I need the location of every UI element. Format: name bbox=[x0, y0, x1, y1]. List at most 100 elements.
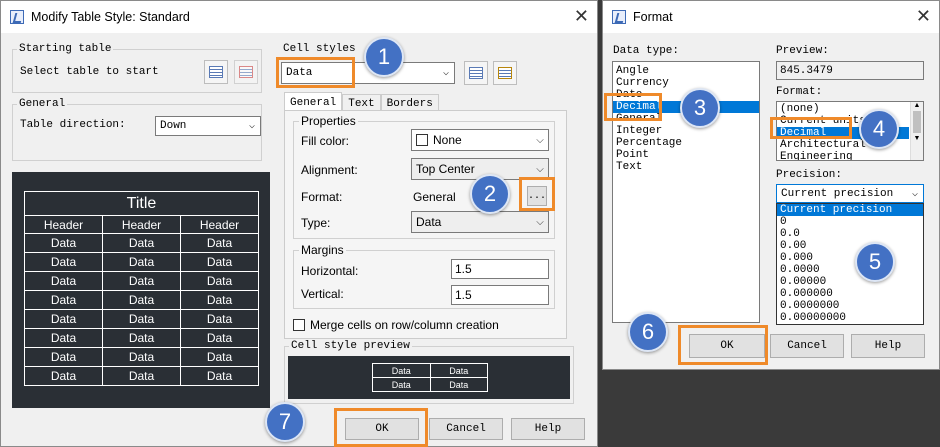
close-icon[interactable]: ✕ bbox=[916, 7, 931, 25]
merge-cells-option[interactable]: Merge cells on row/column creation bbox=[293, 318, 499, 332]
chevron-down-icon: ⌵ bbox=[536, 163, 544, 175]
list-item-selected[interactable]: Current precision bbox=[777, 204, 923, 216]
preview-cell: Data bbox=[180, 366, 259, 386]
format-help-button[interactable]: Help bbox=[851, 334, 925, 358]
preview-cell: Data bbox=[102, 328, 181, 348]
title-bar: Format ✕ bbox=[603, 1, 939, 33]
format-cancel-button[interactable]: Cancel bbox=[770, 334, 844, 358]
type-select[interactable]: Data ⌵ bbox=[411, 211, 549, 233]
highlight-cell-styles bbox=[276, 57, 355, 88]
fill-color-select[interactable]: None ⌵ bbox=[411, 129, 549, 151]
create-cell-style-button[interactable] bbox=[464, 61, 488, 85]
help-button[interactable]: Help bbox=[511, 418, 585, 440]
step-badge: 3 bbox=[680, 88, 720, 128]
step-badge: 2 bbox=[470, 174, 510, 214]
table-row: Data Data bbox=[372, 363, 488, 378]
chevron-down-icon: ⌵ bbox=[442, 68, 450, 79]
step-badge: 5 bbox=[855, 242, 895, 282]
chevron-down-icon: ⌵ bbox=[536, 216, 544, 228]
list-item[interactable]: 0.0 bbox=[777, 228, 923, 240]
manage-cell-styles-button[interactable] bbox=[493, 61, 517, 85]
format-list-scrollbar[interactable]: ▲ ▼ bbox=[910, 102, 923, 160]
preview-label: Preview: bbox=[776, 45, 829, 57]
list-item[interactable]: Text bbox=[613, 161, 759, 173]
table-row: Data Data Data bbox=[24, 233, 259, 253]
tab-general[interactable]: General bbox=[284, 92, 343, 112]
table-direction-select[interactable]: Down ⌵ bbox=[155, 116, 261, 136]
chevron-up-icon[interactable]: ▲ bbox=[911, 102, 923, 109]
chevron-down-icon: ⌵ bbox=[248, 121, 256, 132]
title-bar: Modify Table Style: Standard ✕ bbox=[1, 1, 597, 33]
preview-cell: Data bbox=[102, 309, 181, 329]
list-item[interactable]: 0.000000 bbox=[777, 288, 923, 300]
dialog-title: Modify Table Style: Standard bbox=[31, 10, 190, 24]
select-table-button[interactable] bbox=[204, 60, 228, 84]
format-value: General bbox=[413, 190, 456, 204]
cell-style-preview-label: Cell style preview bbox=[289, 340, 412, 352]
table-row: Data Data Data bbox=[24, 366, 259, 386]
preview-cell: Data bbox=[24, 233, 103, 253]
table-remove-icon bbox=[239, 66, 253, 78]
preview-cell: Data bbox=[180, 328, 259, 348]
chevron-down-icon: ⌵ bbox=[911, 188, 919, 200]
preview-cell: Data bbox=[429, 363, 488, 378]
list-item[interactable]: 0.00 bbox=[777, 240, 923, 252]
preview-cell: Data bbox=[102, 271, 181, 291]
list-item[interactable]: Currency bbox=[613, 77, 759, 89]
preview-header: Header bbox=[180, 215, 259, 234]
highlight-decimal-format bbox=[770, 117, 852, 139]
alignment-value: Top Center bbox=[416, 162, 475, 176]
color-swatch bbox=[416, 134, 428, 146]
list-item[interactable]: Point bbox=[613, 149, 759, 161]
chevron-down-icon: ⌵ bbox=[536, 134, 544, 146]
list-item[interactable]: Integer bbox=[613, 125, 759, 137]
list-item[interactable]: Percentage bbox=[613, 137, 759, 149]
select-table-hint: Select table to start bbox=[20, 66, 159, 78]
list-item[interactable]: 0.00000 bbox=[777, 276, 923, 288]
preview-cell: Data bbox=[24, 366, 103, 386]
list-item[interactable]: 0.000 bbox=[777, 252, 923, 264]
precision-dropdown[interactable]: Current precision 0 0.0 0.00 0.000 0.000… bbox=[776, 203, 924, 325]
table-direction-value: Down bbox=[160, 120, 187, 132]
chevron-down-icon[interactable]: ▼ bbox=[911, 135, 923, 142]
app-icon bbox=[612, 10, 626, 24]
horizontal-margin-input[interactable]: 1.5 bbox=[451, 259, 549, 279]
list-item[interactable]: 0.00000000 bbox=[777, 312, 923, 324]
vertical-margin-input[interactable]: 1.5 bbox=[451, 285, 549, 305]
cancel-button[interactable]: Cancel bbox=[429, 418, 503, 440]
close-icon[interactable]: ✕ bbox=[574, 7, 589, 25]
list-item[interactable]: 0 bbox=[777, 216, 923, 228]
table-direction-label: Table direction: bbox=[20, 119, 126, 131]
scroll-thumb[interactable] bbox=[913, 111, 921, 133]
preview-cell: Data bbox=[102, 290, 181, 310]
properties-label: Properties bbox=[299, 114, 358, 128]
preview-cell: Data bbox=[102, 347, 181, 367]
cell-styles-label: Cell styles bbox=[283, 43, 356, 55]
list-item[interactable]: 0.0000000 bbox=[777, 300, 923, 312]
format-label: Format: bbox=[301, 190, 343, 204]
preview-cell: Data bbox=[24, 271, 103, 291]
margins-label: Margins bbox=[299, 243, 346, 257]
preview-cell: Data bbox=[180, 347, 259, 367]
table-row: Data Data bbox=[372, 377, 488, 392]
remove-table-button[interactable] bbox=[234, 60, 258, 84]
app-icon bbox=[10, 10, 24, 24]
table-row: Data Data Data bbox=[24, 290, 259, 310]
data-type-label: Data type: bbox=[613, 45, 680, 57]
cell-style-preview: Data Data Data Data bbox=[288, 356, 570, 399]
type-value: Data bbox=[416, 215, 442, 229]
list-item[interactable]: Engineering bbox=[777, 151, 909, 160]
list-item[interactable]: 0.0000 bbox=[777, 264, 923, 276]
type-label: Type: bbox=[301, 216, 331, 230]
dialog-title: Format bbox=[633, 10, 673, 24]
table-select-icon bbox=[209, 66, 223, 78]
merge-cells-checkbox[interactable] bbox=[293, 319, 305, 331]
precision-select[interactable]: Current precision ⌵ bbox=[776, 184, 924, 203]
precision-label: Precision: bbox=[776, 169, 843, 181]
list-item[interactable]: Angle bbox=[613, 65, 759, 77]
preview-cell: Data bbox=[102, 233, 181, 253]
cell-preview-table: Data Data Data Data bbox=[372, 363, 488, 392]
preview-header: Header bbox=[102, 215, 181, 234]
preview-cell: Data bbox=[102, 366, 181, 386]
table-row: Data Data Data bbox=[24, 309, 259, 329]
